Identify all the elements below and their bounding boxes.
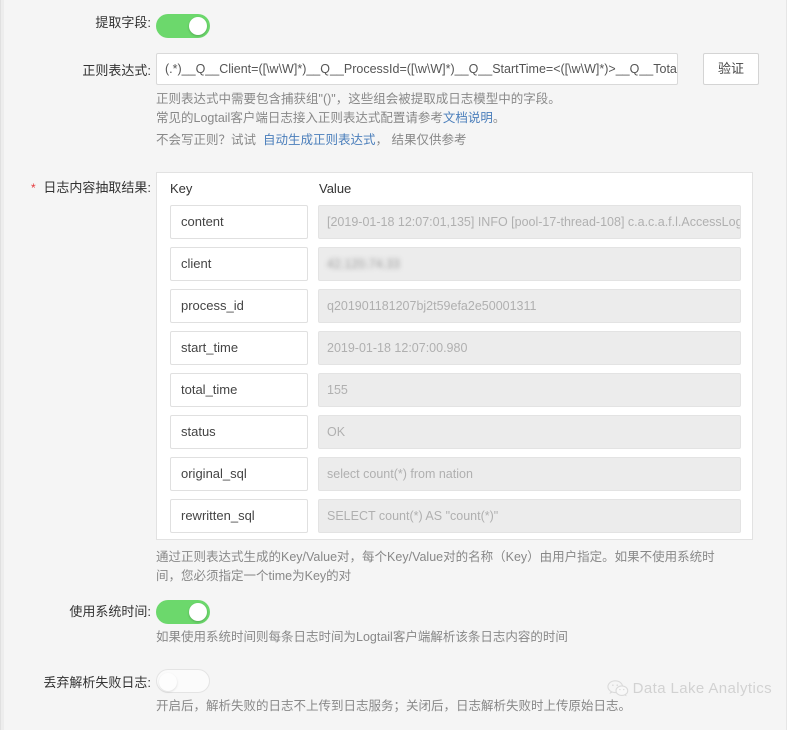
toggle-knob xyxy=(159,673,177,691)
key-input[interactable]: content xyxy=(170,205,308,239)
table-row: original_sql select count(*) from nation xyxy=(157,457,754,491)
extract-result-footer-hint: 通过正则表达式生成的Key/Value对，每个Key/Value对的名称（Key… xyxy=(156,550,715,583)
use-system-time-toggle[interactable] xyxy=(156,600,210,624)
watermark: Data Lake Analytics xyxy=(607,679,772,698)
key-input[interactable]: status xyxy=(170,415,308,449)
value-input[interactable]: SELECT count(*) AS "count(*)" xyxy=(318,499,741,533)
table-row: client 42.120.74.33 xyxy=(157,247,754,281)
value-input[interactable]: 2019-01-18 12:07:00.980 xyxy=(318,331,741,365)
table-row: content [2019-01-18 12:07:01,135] INFO [… xyxy=(157,205,754,239)
config-form-page: 提取字段: 正则表达式: (.*)__Q__Client=([\w\W]*)__… xyxy=(0,0,787,730)
table-row: total_time 155 xyxy=(157,373,754,407)
key-input[interactable]: process_id xyxy=(170,289,308,323)
extract-result-table: Key Value content [2019-01-18 12:07:01,1… xyxy=(156,172,753,540)
key-input[interactable]: total_time xyxy=(170,373,308,407)
value-input[interactable]: 42.120.74.33 xyxy=(318,247,741,281)
key-input[interactable]: start_time xyxy=(170,331,308,365)
auto-gen-suffix: ， 结果仅供参考 xyxy=(375,133,467,147)
regex-input[interactable]: (.*)__Q__Client=([\w\W]*)__Q__ProcessId=… xyxy=(156,53,678,85)
value-input[interactable]: q201901181207bj2t59efa2e50001311 xyxy=(318,289,741,323)
regex-hint-1: 正则表达式中需要包含捕获组"()"，这些组会被提取成日志模型中的字段。 xyxy=(156,92,561,106)
column-header-key: Key xyxy=(170,181,193,196)
value-input[interactable]: 155 xyxy=(318,373,741,407)
value-input[interactable]: select count(*) from nation xyxy=(318,457,741,491)
extract-field-label: 提取字段: xyxy=(95,15,151,30)
key-input[interactable]: original_sql xyxy=(170,457,308,491)
value-input[interactable]: OK xyxy=(318,415,741,449)
regex-hint-2: 常见的Logtail客户端日志接入正则表达式配置请参考文档说明。 xyxy=(156,109,505,128)
regex-label: 正则表达式: xyxy=(82,63,151,78)
regex-hint-3-text: 不会写正则？试试 xyxy=(156,133,257,147)
verify-button[interactable]: 验证 xyxy=(703,53,759,85)
key-input[interactable]: rewritten_sql xyxy=(170,499,308,533)
table-row: process_id q201901181207bj2t59efa2e50001… xyxy=(157,289,754,323)
use-system-time-label: 使用系统时间: xyxy=(69,604,151,619)
key-input[interactable]: client xyxy=(170,247,308,281)
regex-hint-3: 不会写正则？试试 自动生成正则表达式， 结果仅供参考 xyxy=(156,131,466,150)
drop-failed-log-hint: 开启后，解析失败的日志不上传到日志服务；关闭后，日志解析失败时上传原始日志。 xyxy=(156,699,632,713)
column-header-value: Value xyxy=(319,181,352,196)
doc-link[interactable]: 文档说明 xyxy=(443,111,493,125)
doc-link-suffix: 。 xyxy=(492,111,506,125)
wechat-icon xyxy=(607,679,629,698)
toggle-knob xyxy=(189,603,207,621)
value-input[interactable]: [2019-01-18 12:07:01,135] INFO [pool-17-… xyxy=(318,205,741,239)
regex-hint-2-text: 常见的Logtail客户端日志接入正则表达式配置请参考 xyxy=(156,111,443,125)
drop-failed-log-label: 丢弃解析失败日志: xyxy=(43,675,151,690)
drop-failed-log-toggle[interactable] xyxy=(156,669,210,693)
use-system-time-hint: 如果使用系统时间则每条日志时间为Logtail客户端解析该条日志内容的时间 xyxy=(156,630,568,644)
toggle-knob xyxy=(189,17,207,35)
auto-generate-regex-link[interactable]: 自动生成正则表达式 xyxy=(263,133,376,147)
watermark-text: Data Lake Analytics xyxy=(632,680,772,697)
table-row: status OK xyxy=(157,415,754,449)
extract-field-toggle[interactable] xyxy=(156,14,210,38)
extract-result-label: 日志内容抽取结果: xyxy=(43,180,151,195)
table-row: start_time 2019-01-18 12:07:00.980 xyxy=(157,331,754,365)
table-row: rewritten_sql SELECT count(*) AS "count(… xyxy=(157,499,754,533)
